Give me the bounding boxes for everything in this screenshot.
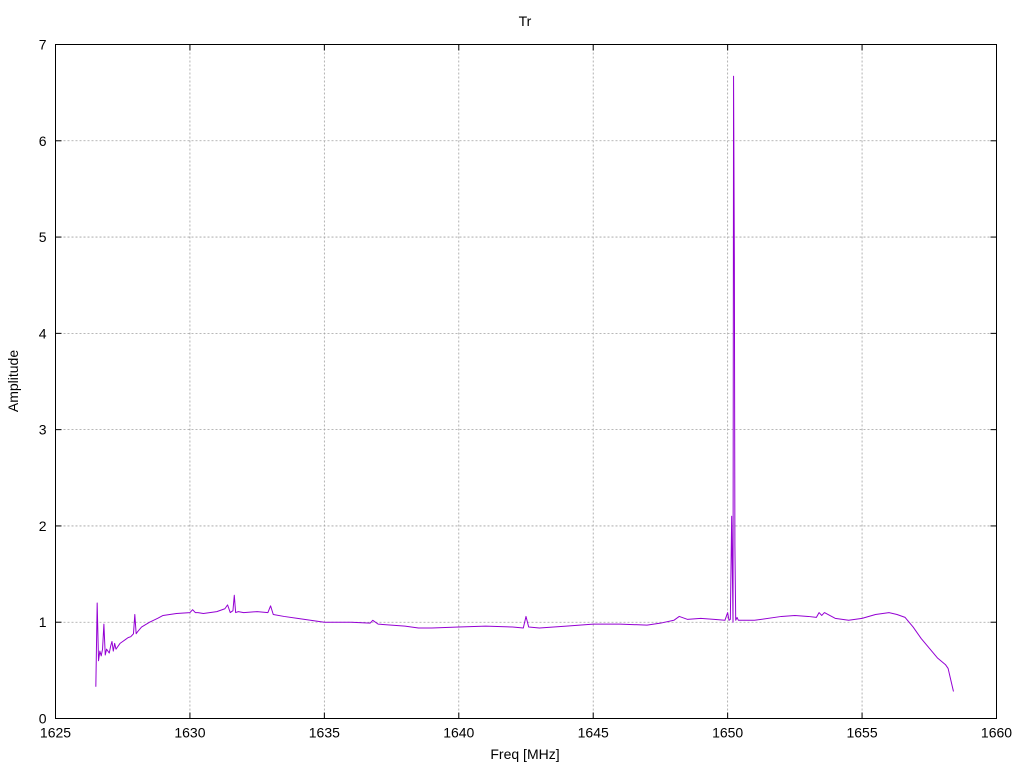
line-chart: Tr 1625 1630 1635 1640 1645 1650 1655 1660 0 1 2 3 4… <box>5 13 1013 762</box>
axis-ticks: 1625 1630 1635 1640 1645 1650 1655 1660 0 1 2 3 4 5 6 7 <box>39 37 1013 741</box>
y-tick-label: 2 <box>39 518 47 534</box>
y-axis-label: Amplitude <box>5 350 21 412</box>
x-tick-label: 1630 <box>174 725 205 741</box>
x-tick-label: 1655 <box>846 725 877 741</box>
x-tick-label: 1640 <box>443 725 474 741</box>
chart-title: Tr <box>519 13 532 29</box>
y-tick-label: 6 <box>39 133 47 149</box>
x-tick-label: 1650 <box>712 725 743 741</box>
series-line <box>95 75 954 692</box>
y-tick-label: 5 <box>39 229 47 245</box>
series-layer <box>95 75 954 692</box>
x-tick-label: 1645 <box>578 725 609 741</box>
y-tick-label: 3 <box>39 422 47 438</box>
x-tick-label: 1660 <box>981 725 1012 741</box>
x-axis-label: Freq [MHz] <box>490 746 559 762</box>
x-tick-label: 1635 <box>309 725 340 741</box>
y-tick-label: 0 <box>39 711 47 727</box>
y-tick-label: 1 <box>39 614 47 630</box>
y-tick-label: 4 <box>39 325 47 341</box>
x-tick-label: 1625 <box>40 725 71 741</box>
y-tick-label: 7 <box>39 37 47 53</box>
